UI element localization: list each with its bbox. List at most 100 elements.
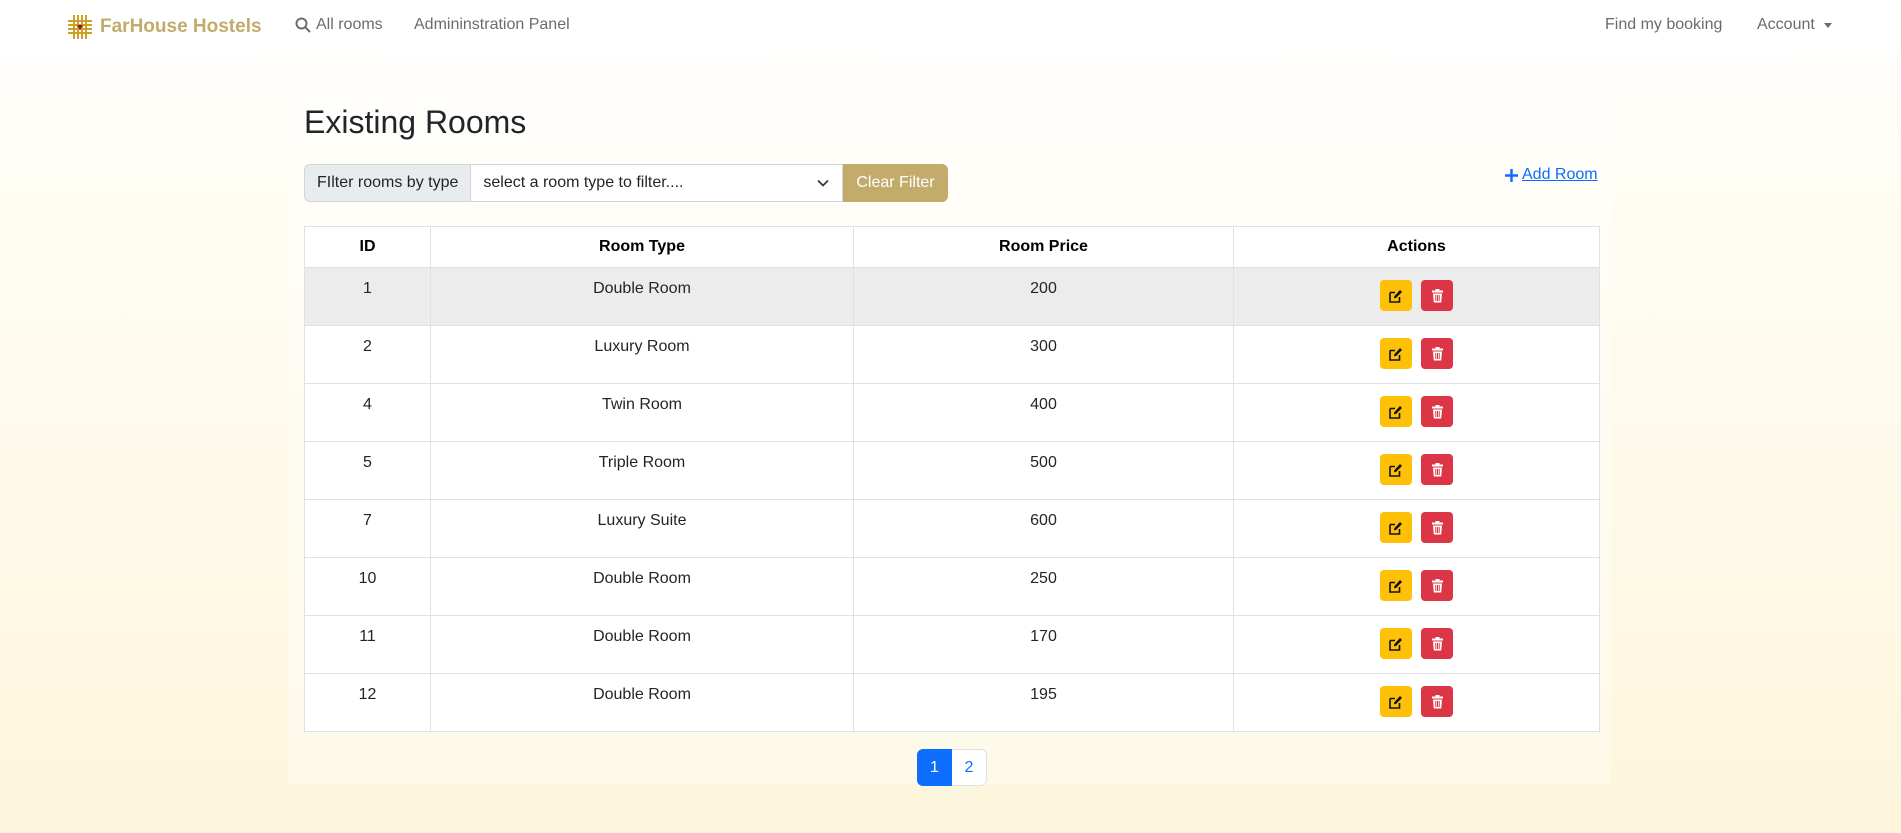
header-actions: Actions bbox=[1233, 226, 1600, 268]
cell-actions bbox=[1233, 499, 1600, 558]
cell-id: 1 bbox=[304, 267, 431, 326]
nav-find-booking[interactable]: Find my booking bbox=[1605, 16, 1722, 34]
table-row: 7 Luxury Suite 600 bbox=[304, 499, 1600, 558]
pagination: 1 2 bbox=[917, 749, 987, 786]
delete-room-button[interactable] bbox=[1421, 570, 1453, 601]
edit-room-button[interactable] bbox=[1380, 280, 1412, 311]
caret-down-icon bbox=[1823, 22, 1832, 28]
search-icon bbox=[295, 17, 311, 33]
header-room-price: Room Price bbox=[853, 226, 1234, 268]
add-room-link[interactable]: Add Room bbox=[1504, 166, 1598, 184]
cell-id: 5 bbox=[304, 441, 431, 500]
edit-icon bbox=[1389, 347, 1402, 361]
cell-id: 10 bbox=[304, 557, 431, 616]
edit-icon bbox=[1389, 289, 1402, 303]
table-row: 5 Triple Room 500 bbox=[304, 441, 1600, 500]
cell-actions bbox=[1233, 673, 1600, 732]
nav-admin-panel[interactable]: Admininstration Panel bbox=[414, 16, 570, 34]
delete-room-button[interactable] bbox=[1421, 396, 1453, 427]
edit-room-button[interactable] bbox=[1380, 338, 1412, 369]
brand-link[interactable]: FarHouse Hostels bbox=[66, 12, 262, 42]
hostel-logo-icon bbox=[68, 15, 92, 39]
clear-filter-button[interactable]: Clear Filter bbox=[843, 164, 948, 202]
trash-icon bbox=[1431, 346, 1443, 360]
cell-actions bbox=[1233, 325, 1600, 384]
navbar: FarHouse Hostels All rooms Admininstrati… bbox=[0, 0, 1901, 54]
delete-room-button[interactable] bbox=[1421, 628, 1453, 659]
trash-icon bbox=[1431, 694, 1443, 708]
cell-room-price: 500 bbox=[853, 441, 1234, 500]
cell-id: 12 bbox=[304, 673, 431, 732]
brand-name: FarHouse Hostels bbox=[100, 16, 262, 37]
cell-room-type: Triple Room bbox=[430, 441, 854, 500]
page-title: Existing Rooms bbox=[304, 104, 527, 140]
trash-icon bbox=[1431, 288, 1443, 302]
table-row: 2 Luxury Room 300 bbox=[304, 325, 1600, 384]
cell-room-type: Luxury Room bbox=[430, 325, 854, 384]
cell-room-type: Double Room bbox=[430, 615, 854, 674]
room-type-select[interactable]: select a room type to filter.... bbox=[471, 164, 844, 202]
cell-actions bbox=[1233, 557, 1600, 616]
row-actions bbox=[1380, 686, 1453, 717]
table-row: 10 Double Room 250 bbox=[304, 557, 1600, 616]
nav-account-label: Account bbox=[1757, 16, 1815, 33]
edit-room-button[interactable] bbox=[1380, 512, 1412, 543]
row-actions bbox=[1380, 338, 1453, 369]
cell-room-price: 600 bbox=[853, 499, 1234, 558]
cell-actions bbox=[1233, 441, 1600, 500]
table-header-row: ID Room Type Room Price Actions bbox=[304, 226, 1600, 268]
cell-room-type: Double Room bbox=[430, 673, 854, 732]
plus-icon bbox=[1505, 168, 1518, 182]
cell-room-price: 250 bbox=[853, 557, 1234, 616]
cell-id: 7 bbox=[304, 499, 431, 558]
cell-room-price: 195 bbox=[853, 673, 1234, 732]
row-actions bbox=[1380, 512, 1453, 543]
cell-room-price: 200 bbox=[853, 267, 1234, 326]
trash-icon bbox=[1431, 462, 1443, 476]
edit-icon bbox=[1389, 521, 1402, 535]
delete-room-button[interactable] bbox=[1421, 338, 1453, 369]
cell-room-type: Luxury Suite bbox=[430, 499, 854, 558]
trash-icon bbox=[1431, 520, 1443, 534]
trash-icon bbox=[1431, 578, 1443, 592]
delete-room-button[interactable] bbox=[1421, 280, 1453, 311]
edit-room-button[interactable] bbox=[1380, 686, 1412, 717]
table-row: 4 Twin Room 400 bbox=[304, 383, 1600, 442]
edit-room-button[interactable] bbox=[1380, 396, 1412, 427]
edit-icon bbox=[1389, 579, 1402, 593]
edit-icon bbox=[1389, 695, 1402, 709]
page-2-button[interactable]: 2 bbox=[952, 749, 987, 786]
row-actions bbox=[1380, 396, 1453, 427]
room-type-filter: FIlter rooms by type select a room type … bbox=[304, 164, 948, 202]
cell-room-price: 300 bbox=[853, 325, 1234, 384]
edit-room-button[interactable] bbox=[1380, 454, 1412, 485]
cell-room-price: 400 bbox=[853, 383, 1234, 442]
delete-room-button[interactable] bbox=[1421, 686, 1453, 717]
header-id: ID bbox=[304, 226, 431, 268]
cell-room-price: 170 bbox=[853, 615, 1234, 674]
delete-room-button[interactable] bbox=[1421, 454, 1453, 485]
row-actions bbox=[1380, 570, 1453, 601]
edit-icon bbox=[1389, 405, 1402, 419]
nav-all-rooms[interactable]: All rooms bbox=[295, 16, 383, 34]
edit-room-button[interactable] bbox=[1380, 628, 1412, 659]
nav-account-dropdown[interactable]: Account bbox=[1757, 16, 1832, 34]
add-room-label: Add Room bbox=[1522, 166, 1598, 183]
cell-actions bbox=[1233, 267, 1600, 326]
page-1-button[interactable]: 1 bbox=[917, 749, 952, 786]
delete-room-button[interactable] bbox=[1421, 512, 1453, 543]
cell-actions bbox=[1233, 383, 1600, 442]
cell-room-type: Double Room bbox=[430, 557, 854, 616]
cell-room-type: Twin Room bbox=[430, 383, 854, 442]
table-row: 12 Double Room 195 bbox=[304, 673, 1600, 732]
rooms-table: ID Room Type Room Price Actions 1 Double … bbox=[304, 226, 1600, 732]
cell-room-type: Double Room bbox=[430, 267, 854, 326]
edit-room-button[interactable] bbox=[1380, 570, 1412, 601]
edit-icon bbox=[1389, 637, 1402, 651]
table-row: 1 Double Room 200 bbox=[304, 267, 1600, 326]
row-actions bbox=[1380, 454, 1453, 485]
nav-all-rooms-label: All rooms bbox=[316, 16, 383, 33]
room-type-select-value: select a room type to filter.... bbox=[483, 174, 684, 191]
trash-icon bbox=[1431, 636, 1443, 650]
table-row: 11 Double Room 170 bbox=[304, 615, 1600, 674]
